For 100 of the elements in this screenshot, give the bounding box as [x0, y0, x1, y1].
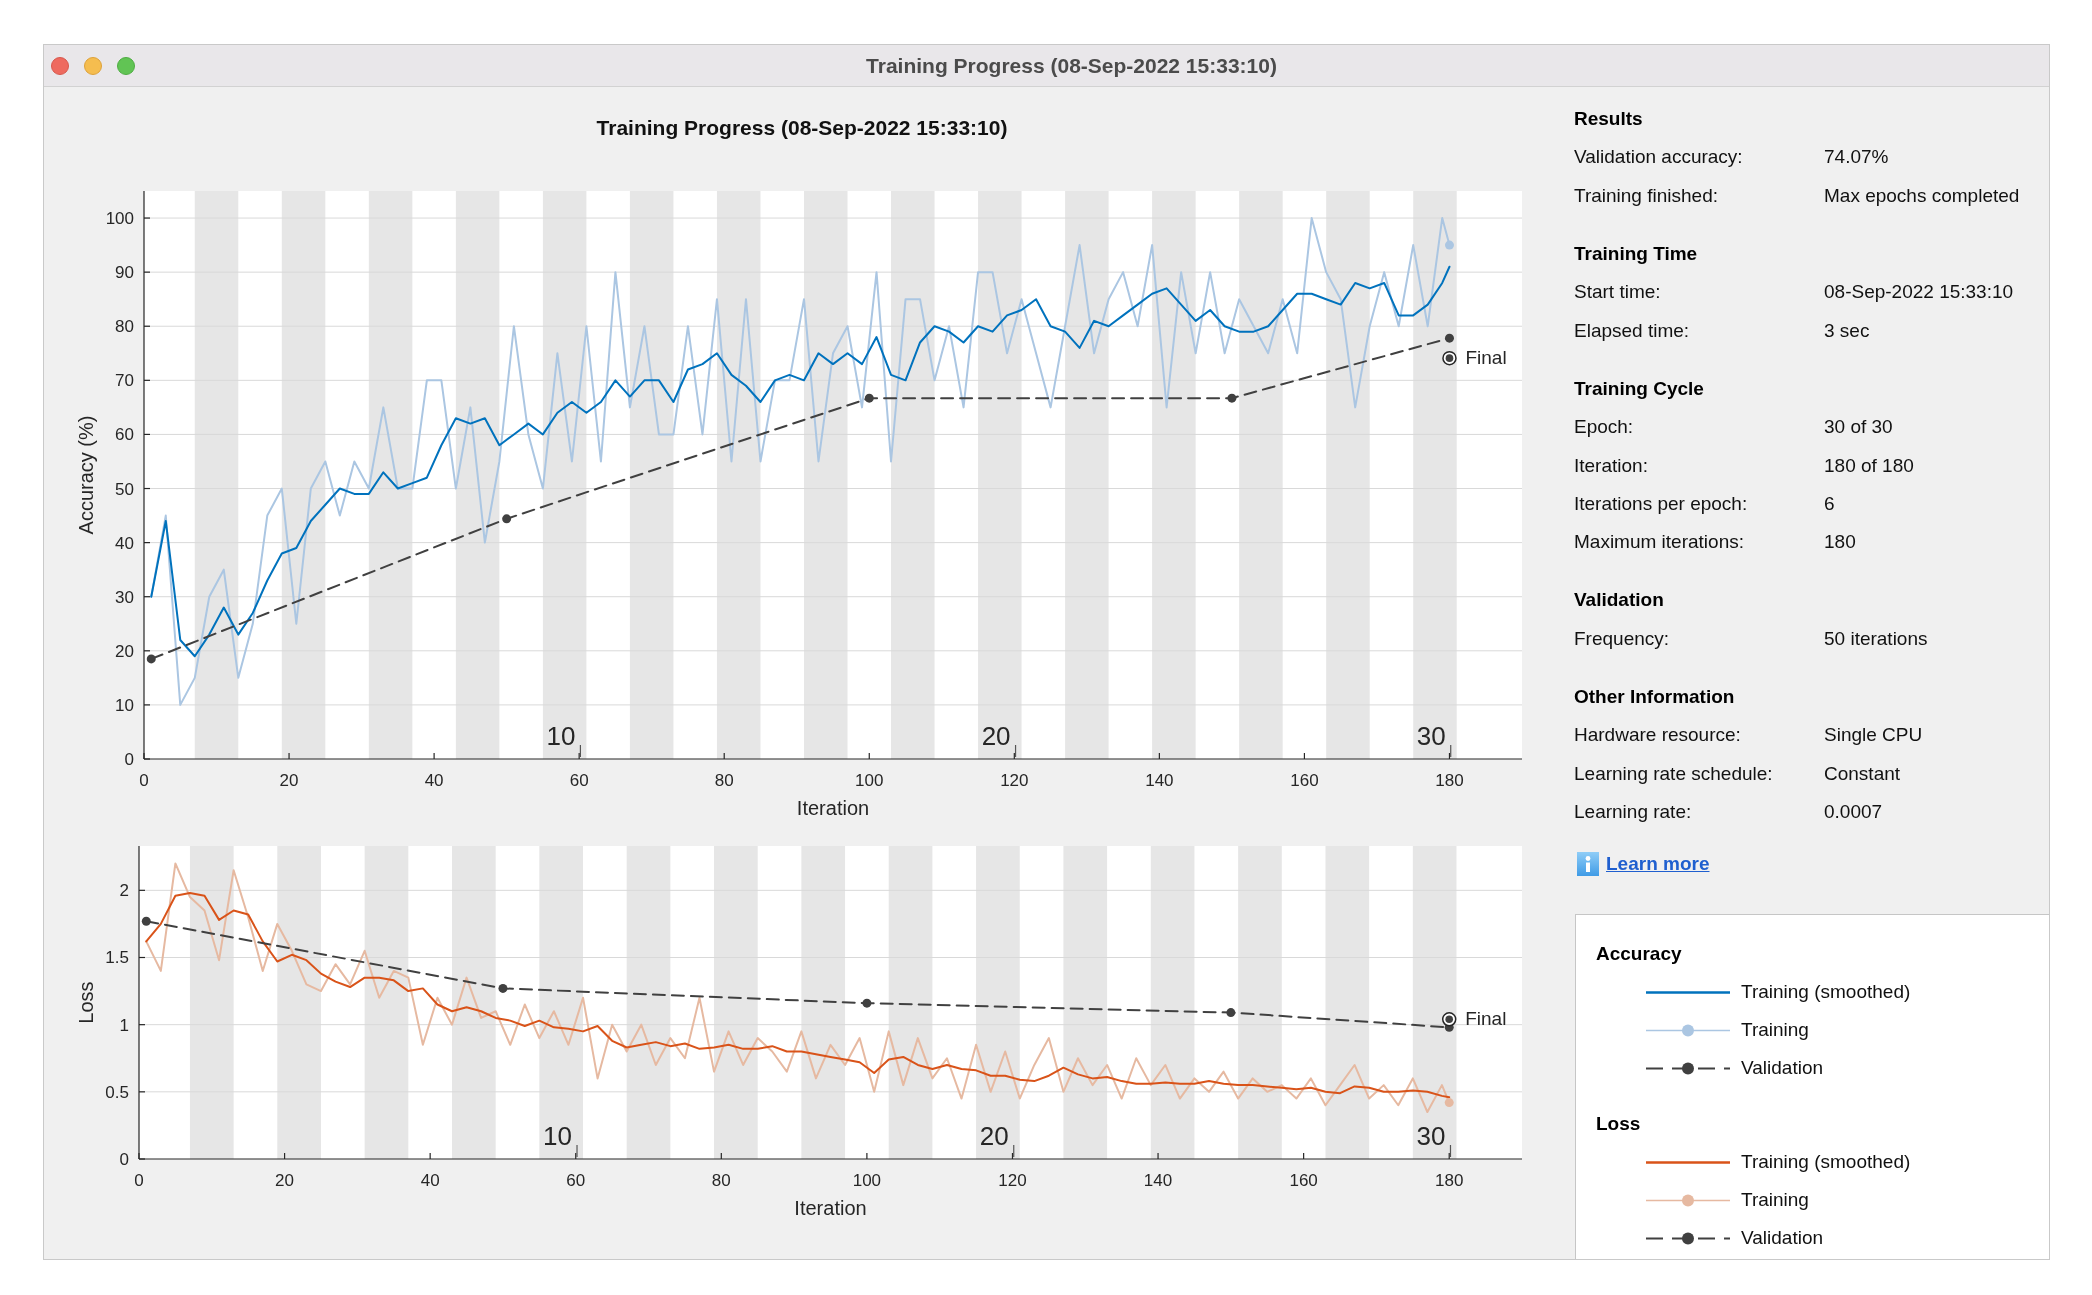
- learn-more-link[interactable]: Learn more: [1606, 853, 1710, 876]
- field-value: 6: [1824, 492, 1835, 515]
- x-tick-label: 80: [714, 771, 734, 790]
- x-tick-label: 180: [1435, 1171, 1464, 1190]
- epoch-label: 10: [543, 1121, 572, 1151]
- y-tick-label: 80: [115, 317, 134, 337]
- y-tick-label: 2: [119, 881, 129, 901]
- legend-label: Training (smoothed): [1741, 1151, 1911, 1174]
- minimize-button[interactable]: [84, 56, 102, 75]
- field-label: Training finished:: [1574, 184, 1718, 207]
- field-value: 180: [1824, 531, 1856, 554]
- y-axis-title: Accuracy (%): [75, 415, 97, 535]
- field-label: Iteration:: [1574, 454, 1648, 477]
- x-tick-label: 20: [275, 1171, 295, 1190]
- field-value: 74.07%: [1824, 146, 1889, 169]
- legend-heading: Accuracy: [1596, 943, 1682, 966]
- x-tick-label: 140: [1145, 771, 1174, 790]
- field-value: 50 iterations: [1824, 627, 1928, 650]
- y-tick-label: 0: [124, 750, 134, 769]
- section-heading: Results: [1574, 108, 1643, 131]
- y-tick-label: 10: [115, 695, 134, 715]
- field-value: 180 of 180: [1824, 454, 1914, 477]
- field-label: Learning rate schedule:: [1574, 762, 1773, 785]
- point: [1227, 393, 1237, 403]
- y-tick-label: 1.5: [105, 948, 129, 968]
- ring-marker-icon: [1442, 350, 1457, 366]
- epoch-label: 20: [979, 1121, 1009, 1151]
- maximize-button[interactable]: [117, 56, 135, 75]
- y-tick-label: 100: [105, 209, 134, 229]
- epoch-label: 10: [546, 721, 576, 751]
- window-title: Training Progress (08-Sep-2022 15:33:10): [865, 53, 1278, 78]
- point: [864, 393, 874, 403]
- x-tick-label: 100: [852, 1171, 882, 1190]
- legend-label: Validation: [1741, 1057, 1824, 1080]
- point: [502, 514, 512, 524]
- field-value: 3 sec: [1824, 319, 1870, 342]
- annotation-label: Final: [1465, 347, 1507, 369]
- section-heading: Validation: [1574, 589, 1664, 612]
- legend-label: Training: [1741, 1189, 1809, 1212]
- point: [1444, 333, 1454, 343]
- x-axis-title: Iteration: [796, 797, 870, 819]
- y-tick-label: 1: [119, 1015, 129, 1035]
- field-label: Learning rate:: [1574, 800, 1692, 823]
- field-label: Iterations per epoch:: [1574, 492, 1748, 515]
- y-tick-label: 60: [115, 425, 134, 445]
- y-tick-label: 90: [115, 263, 134, 283]
- y-axis-title: Loss: [75, 981, 97, 1024]
- x-tick-label: 120: [998, 1171, 1027, 1190]
- field-label: Epoch:: [1574, 416, 1634, 439]
- close-button[interactable]: [51, 56, 69, 75]
- y-tick-label: 20: [115, 641, 134, 661]
- field-label: Validation accuracy:: [1574, 146, 1743, 169]
- x-axis-title: Iteration: [794, 1197, 867, 1219]
- y-tick-label: 0.5: [105, 1082, 129, 1102]
- y-tick-label: 30: [115, 587, 134, 607]
- legend-label: Training: [1741, 1019, 1809, 1042]
- x-tick-label: 60: [566, 1171, 586, 1190]
- section-heading: Training Cycle: [1574, 377, 1704, 400]
- point: [1226, 1008, 1236, 1018]
- x-tick-label: 20: [279, 771, 299, 790]
- point: [862, 998, 872, 1008]
- x-tick-label: 60: [569, 771, 589, 790]
- x-tick-label: 160: [1290, 771, 1319, 790]
- info-icon: [1577, 852, 1599, 877]
- field-value: Constant: [1824, 762, 1901, 785]
- point: [141, 916, 151, 926]
- legend-label: Training (smoothed): [1741, 981, 1911, 1004]
- x-tick-label: 0: [139, 771, 149, 790]
- x-tick-label: 40: [424, 771, 444, 790]
- field-value: Max epochs completed: [1824, 184, 2020, 207]
- field-value: 0.0007: [1824, 800, 1883, 823]
- ring-marker-icon: [1441, 1012, 1457, 1027]
- point: [498, 983, 508, 993]
- point: [146, 654, 156, 664]
- field-label: Maximum iterations:: [1574, 531, 1744, 554]
- field-label: Hardware resource:: [1574, 724, 1741, 747]
- section-heading: Other Information: [1574, 686, 1735, 708]
- y-tick-label: 40: [115, 533, 134, 553]
- field-label: Start time:: [1574, 281, 1661, 304]
- x-tick-label: 100: [855, 771, 884, 790]
- annotation-label: Final: [1465, 1008, 1507, 1030]
- field-label: Frequency:: [1574, 627, 1670, 650]
- x-tick-label: 40: [420, 1171, 440, 1190]
- field-value: 08-Sep-2022 15:33:10: [1824, 281, 2014, 304]
- epoch-label: 30: [1416, 1121, 1446, 1151]
- legend-heading: Loss: [1596, 1113, 1641, 1136]
- section-heading: Training Time: [1574, 243, 1698, 266]
- x-tick-label: 180: [1435, 771, 1464, 790]
- figure-title: Training Progress (08-Sep-2022 15:33:10): [596, 116, 1008, 140]
- legend-label: Validation: [1741, 1227, 1824, 1250]
- x-tick-label: 140: [1143, 1171, 1173, 1190]
- field-label: Elapsed time:: [1574, 319, 1690, 342]
- epoch-label: 30: [1416, 721, 1446, 751]
- x-tick-label: 160: [1289, 1171, 1318, 1190]
- y-tick-label: 50: [115, 479, 134, 499]
- y-tick-label: 0: [119, 1150, 129, 1169]
- y-tick-label: 70: [115, 371, 134, 391]
- x-tick-label: 80: [711, 1171, 731, 1190]
- x-tick-label: 120: [1000, 771, 1029, 790]
- epoch-label: 20: [981, 721, 1011, 751]
